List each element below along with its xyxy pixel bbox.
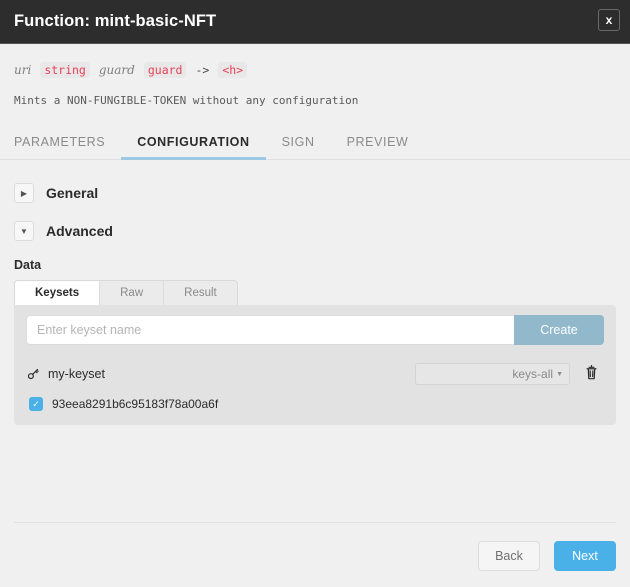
public-key-row: ✓ 93eea8291b6c95183f78a00a6f <box>26 395 604 411</box>
chevron-down-icon[interactable]: ▼ <box>14 221 34 241</box>
function-signature: uri string guard guard -> <h> <box>14 62 616 78</box>
subtab-raw[interactable]: Raw <box>100 281 164 305</box>
signature-arg-1-name: uri <box>14 63 31 77</box>
page-title: Function: mint-basic-NFT <box>14 12 216 31</box>
key-icon <box>26 367 40 381</box>
chevron-right-icon[interactable]: ▶ <box>14 183 34 203</box>
keyset-name-input[interactable] <box>26 315 514 345</box>
public-key-checkbox[interactable]: ✓ <box>29 397 43 411</box>
main-tabs: PARAMETERS CONFIGURATION SIGN PREVIEW <box>0 127 630 160</box>
keyset-row: my-keyset keys-all ▼ <box>26 359 604 395</box>
signature-arg-1-type: string <box>40 62 90 78</box>
keyset-predicate-select[interactable]: keys-all ▼ <box>415 363 570 385</box>
tab-preview[interactable]: PREVIEW <box>331 127 425 160</box>
delete-keyset-button[interactable] <box>578 364 604 384</box>
keyset-name-label: my-keyset <box>48 367 407 381</box>
keyset-predicate-value: keys-all <box>512 367 553 381</box>
data-section-label: Data <box>14 250 616 280</box>
close-icon[interactable]: x <box>598 9 620 31</box>
subtab-result[interactable]: Result <box>164 281 237 305</box>
signature-arrow: -> <box>195 63 209 77</box>
create-keyset-button[interactable]: Create <box>514 315 604 345</box>
dialog-body: uri string guard guard -> <h> Mints a NO… <box>0 44 630 587</box>
tab-configuration[interactable]: CONFIGURATION <box>121 127 265 160</box>
back-button[interactable]: Back <box>478 541 540 571</box>
function-description: Mints a NON-FUNGIBLE-TOKEN without any c… <box>14 94 616 107</box>
configuration-content: ▶ General ▼ Advanced Data Keysets Raw Re… <box>0 160 630 425</box>
tab-parameters[interactable]: PARAMETERS <box>14 127 121 160</box>
dialog-titlebar: Function: mint-basic-NFT x <box>0 0 630 44</box>
accordion-advanced[interactable]: ▼ Advanced <box>14 212 616 250</box>
accordion-general[interactable]: ▶ General <box>14 174 616 212</box>
dialog-footer: Back Next <box>0 522 630 587</box>
signature-arg-2-type: guard <box>144 62 187 78</box>
accordion-general-label: General <box>46 185 98 201</box>
public-key-value: 93eea8291b6c95183f78a00a6f <box>52 397 218 411</box>
footer-buttons: Back Next <box>14 541 616 571</box>
tab-sign[interactable]: SIGN <box>266 127 331 160</box>
chevron-down-icon: ▼ <box>556 371 563 378</box>
data-subtabs: Keysets Raw Result <box>14 280 238 305</box>
create-keyset-row: Create <box>26 315 604 345</box>
keysets-panel: Create my-keyset keys-all ▼ <box>14 305 616 425</box>
function-signature-area: uri string guard guard -> <h> Mints a NO… <box>0 44 630 107</box>
accordion-advanced-label: Advanced <box>46 223 113 239</box>
next-button[interactable]: Next <box>554 541 616 571</box>
signature-return-type: <h> <box>218 62 247 78</box>
signature-arg-2-name: guard <box>99 63 135 77</box>
subtab-keysets[interactable]: Keysets <box>15 281 100 305</box>
footer-divider <box>14 522 616 523</box>
trash-icon <box>585 365 598 383</box>
